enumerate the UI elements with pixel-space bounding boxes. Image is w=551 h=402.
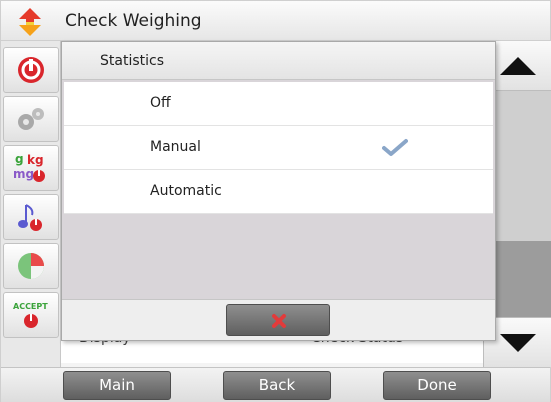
svg-text:g: g [15,152,24,166]
option-off[interactable]: Off [64,82,493,126]
arrow-up-icon [500,57,536,75]
svg-text:mg: mg [13,167,34,181]
bottom-bar: Main Back Done [1,367,550,402]
option-list: Off Manual Automatic [64,82,493,214]
up-down-arrow-icon [19,8,41,36]
option-label: Automatic [150,183,222,199]
pie-chart-icon [18,253,44,279]
window-title: Check Weighing [65,11,202,31]
statistics-dialog: Statistics Off Manual Automatic [61,41,496,341]
arrow-down-icon [500,334,536,352]
sidebar-item-sound[interactable] [3,194,59,240]
done-button[interactable]: Done [383,371,491,400]
back-button[interactable]: Back [223,371,331,400]
dialog-footer [62,299,495,340]
gears-icon [18,108,44,130]
accept-icon: ACCEPT [13,302,48,328]
sidebar: g kg mg ACCEPT [1,41,61,367]
sidebar-item-units[interactable]: g kg mg [3,145,59,191]
svg-text:kg: kg [27,153,44,167]
screen: Check Weighing g kg mg ACCEPT Statistics… [0,0,551,402]
cancel-button[interactable] [226,304,330,336]
music-note-icon [18,204,42,231]
option-label: Manual [150,139,201,155]
sidebar-item-power[interactable] [3,47,59,93]
power-icon [18,57,44,83]
sidebar-item-accept[interactable]: ACCEPT [3,292,59,338]
dialog-title: Statistics [100,53,164,69]
dialog-header: Statistics [62,42,495,80]
option-manual[interactable]: Manual [64,126,493,170]
sidebar-item-statistics[interactable] [3,243,59,289]
x-icon [272,314,286,328]
option-label: Off [150,95,171,111]
units-icon: g kg mg [13,152,45,182]
title-bar: Check Weighing [1,1,550,41]
main-button[interactable]: Main [63,371,171,400]
checkmark-icon [382,139,408,156]
sidebar-item-setup[interactable] [3,96,59,142]
option-automatic[interactable]: Automatic [64,170,493,214]
svg-text:ACCEPT: ACCEPT [13,302,48,311]
